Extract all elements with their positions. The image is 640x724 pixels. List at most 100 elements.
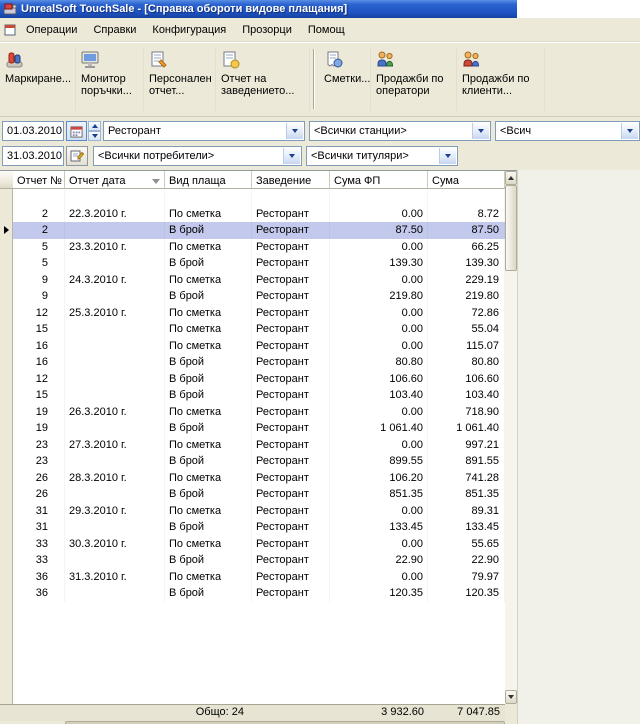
cell[interactable]: 0.00 bbox=[330, 338, 428, 355]
cell[interactable]: 31 bbox=[13, 519, 65, 536]
table-row[interactable]: 15По сметкаРесторант0.0055.04 bbox=[0, 321, 505, 338]
cell[interactable]: По сметка bbox=[165, 239, 252, 256]
sales-by-clients-button[interactable]: Продажби по клиенти... bbox=[457, 47, 545, 111]
edit-period-button[interactable] bbox=[66, 146, 88, 166]
table-row[interactable]: 9В бройРесторант219.80219.80 bbox=[0, 288, 505, 305]
cell[interactable]: Ресторант bbox=[252, 354, 330, 371]
cell[interactable]: Ресторант bbox=[252, 255, 330, 272]
cell[interactable]: 31 bbox=[13, 503, 65, 520]
cell[interactable]: Ресторант bbox=[252, 387, 330, 404]
cell[interactable]: По сметка bbox=[165, 470, 252, 487]
cell[interactable]: По сметка bbox=[165, 338, 252, 355]
cell[interactable]: По сметка bbox=[165, 206, 252, 223]
column-header-sum[interactable]: Сума bbox=[428, 171, 505, 189]
cell[interactable]: 133.45 bbox=[330, 519, 428, 536]
cell[interactable]: 120.35 bbox=[428, 585, 505, 602]
cell[interactable]: 19 bbox=[13, 420, 65, 437]
cell[interactable]: 33 bbox=[13, 552, 65, 569]
venue-report-button[interactable]: Отчет на заведението... bbox=[216, 47, 310, 111]
cell[interactable]: 15 bbox=[13, 387, 65, 404]
cell[interactable]: 1 061.40 bbox=[330, 420, 428, 437]
cell[interactable] bbox=[165, 189, 252, 206]
stations-combobox[interactable]: <Всички станции> bbox=[309, 121, 491, 141]
cell[interactable]: В брой bbox=[165, 387, 252, 404]
cell[interactable]: Ресторант bbox=[252, 371, 330, 388]
cell[interactable]: В брой bbox=[165, 519, 252, 536]
column-header-sum-fp[interactable]: Сума ФП bbox=[330, 171, 428, 189]
table-row[interactable]: 2327.3.2010 г.По сметкаРесторант0.00997.… bbox=[0, 437, 505, 454]
menu-help[interactable]: Помощ bbox=[300, 20, 353, 40]
cell[interactable] bbox=[65, 387, 165, 404]
cell[interactable]: Ресторант bbox=[252, 470, 330, 487]
cell[interactable]: 120.35 bbox=[330, 585, 428, 602]
cell[interactable] bbox=[65, 338, 165, 355]
cell[interactable]: Ресторант bbox=[252, 503, 330, 520]
table-row[interactable]: 3129.3.2010 г.По сметкаРесторант0.0089.3… bbox=[0, 503, 505, 520]
cell[interactable]: 87.50 bbox=[330, 222, 428, 239]
cell[interactable]: По сметка bbox=[165, 536, 252, 553]
cell[interactable]: 89.31 bbox=[428, 503, 505, 520]
cell[interactable]: Ресторант bbox=[252, 453, 330, 470]
cell[interactable]: Ресторант bbox=[252, 569, 330, 586]
table-row[interactable]: 924.3.2010 г.По сметкаРесторант0.00229.1… bbox=[0, 272, 505, 289]
cell[interactable]: По сметка bbox=[165, 321, 252, 338]
table-row[interactable]: 2628.3.2010 г.По сметкаРесторант106.2074… bbox=[0, 470, 505, 487]
cell[interactable]: Ресторант bbox=[252, 338, 330, 355]
table-row[interactable]: 12В бройРесторант106.60106.60 bbox=[0, 371, 505, 388]
cell[interactable]: 16 bbox=[13, 354, 65, 371]
cell[interactable]: 26 bbox=[13, 470, 65, 487]
cell[interactable]: 891.55 bbox=[428, 453, 505, 470]
cell[interactable]: 29.3.2010 г. bbox=[65, 503, 165, 520]
cell[interactable]: 103.40 bbox=[330, 387, 428, 404]
cell[interactable]: 22.3.2010 г. bbox=[65, 206, 165, 223]
cell[interactable]: 0.00 bbox=[330, 272, 428, 289]
cell[interactable]: В брой bbox=[165, 453, 252, 470]
table-row[interactable]: 26В бройРесторант851.35851.35 bbox=[0, 486, 505, 503]
cell[interactable]: В брой bbox=[165, 354, 252, 371]
cell[interactable]: 12 bbox=[13, 371, 65, 388]
extra-combobox[interactable]: <Всич bbox=[495, 121, 640, 141]
cell[interactable]: 22.90 bbox=[330, 552, 428, 569]
cell[interactable]: 36 bbox=[13, 569, 65, 586]
menu-configuration[interactable]: Конфигурация bbox=[144, 20, 234, 40]
cell[interactable]: Ресторант bbox=[252, 486, 330, 503]
table-row[interactable]: 33В бройРесторант22.9022.90 bbox=[0, 552, 505, 569]
cell[interactable]: 106.20 bbox=[330, 470, 428, 487]
cell[interactable]: В брой bbox=[165, 420, 252, 437]
cell[interactable]: 9 bbox=[13, 272, 65, 289]
orders-monitor-button[interactable]: Монитор поръчки... bbox=[76, 47, 144, 111]
cell[interactable]: Ресторант bbox=[252, 404, 330, 421]
cell[interactable]: 2 bbox=[13, 206, 65, 223]
cell[interactable]: 27.3.2010 г. bbox=[65, 437, 165, 454]
table-row[interactable]: 523.3.2010 г.По сметкаРесторант0.0066.25 bbox=[0, 239, 505, 256]
venue-combobox[interactable]: Ресторант bbox=[103, 121, 305, 141]
table-row[interactable]: 3631.3.2010 г.По сметкаРесторант0.0079.9… bbox=[0, 569, 505, 586]
combo-dropdown-button[interactable] bbox=[621, 123, 638, 139]
cell[interactable] bbox=[65, 453, 165, 470]
cell[interactable]: 8.72 bbox=[428, 206, 505, 223]
cell[interactable]: 15 bbox=[13, 321, 65, 338]
cell[interactable] bbox=[65, 585, 165, 602]
table-row[interactable]: 222.3.2010 г.По сметкаРесторант0.008.72 bbox=[0, 206, 505, 223]
cell[interactable]: 0.00 bbox=[330, 569, 428, 586]
cell[interactable]: 0.00 bbox=[330, 321, 428, 338]
table-row[interactable]: 23В бройРесторант899.55891.55 bbox=[0, 453, 505, 470]
cell[interactable]: 106.60 bbox=[330, 371, 428, 388]
cell[interactable]: 12 bbox=[13, 305, 65, 322]
cell[interactable]: По сметка bbox=[165, 272, 252, 289]
cell[interactable]: 219.80 bbox=[330, 288, 428, 305]
date-to-input[interactable]: 31.03.2010 bbox=[2, 146, 64, 166]
column-header-report-date[interactable]: Отчет дата bbox=[65, 171, 165, 189]
table-row[interactable]: 1225.3.2010 г.По сметкаРесторант0.0072.8… bbox=[0, 305, 505, 322]
cell[interactable]: По сметка bbox=[165, 503, 252, 520]
bills-button[interactable]: Сметки... bbox=[319, 47, 371, 111]
table-row[interactable]: 2В бройРесторант87.5087.50 bbox=[0, 222, 505, 239]
cell[interactable] bbox=[65, 552, 165, 569]
combo-dropdown-button[interactable] bbox=[439, 148, 456, 164]
cell[interactable]: 1 061.40 bbox=[428, 420, 505, 437]
date-from-input[interactable]: 01.03.2010 bbox=[2, 121, 64, 141]
cell[interactable]: 19 bbox=[13, 404, 65, 421]
cell[interactable]: Ресторант bbox=[252, 305, 330, 322]
combo-dropdown-button[interactable] bbox=[283, 148, 300, 164]
cell[interactable]: 103.40 bbox=[428, 387, 505, 404]
